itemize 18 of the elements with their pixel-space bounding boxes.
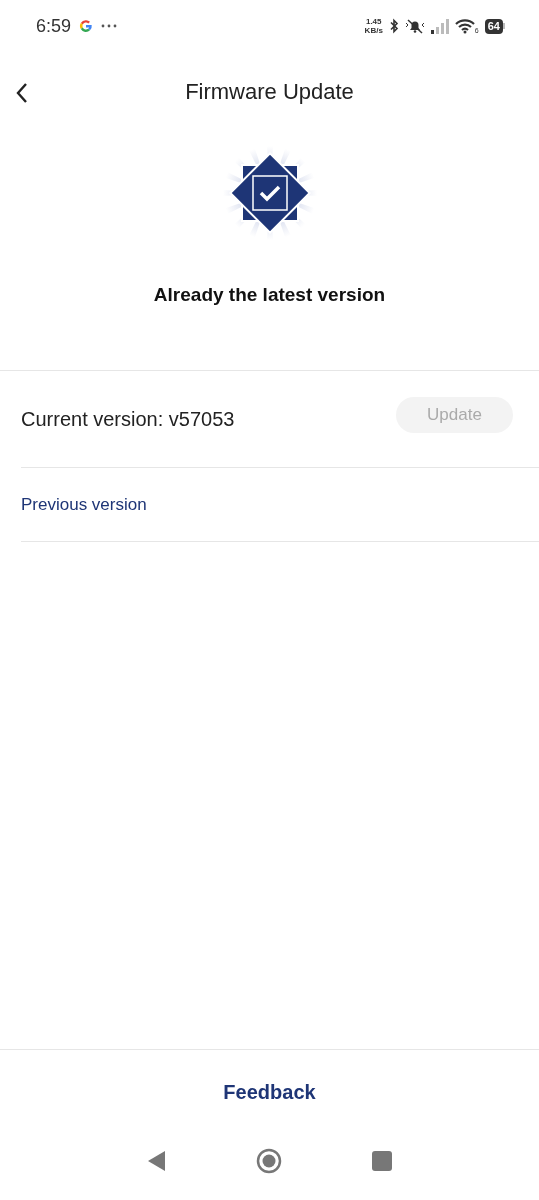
bell-off-icon (404, 18, 425, 34)
signal-icon (430, 18, 449, 34)
back-nav-button[interactable] (147, 1151, 166, 1171)
home-nav-button[interactable] (255, 1148, 282, 1174)
previous-version-link[interactable]: Previous version (21, 494, 147, 515)
speed-value: 1.45 (365, 17, 382, 26)
page-title: Firmware Update (185, 79, 354, 105)
battery-level: 64 (484, 18, 503, 34)
more-dots-icon (101, 23, 118, 29)
current-version: Current version: v57053 (21, 407, 235, 431)
recents-nav-button[interactable] (371, 1151, 392, 1171)
status-message: Already the latest version (153, 284, 386, 306)
g-logo-icon (79, 19, 94, 33)
speed-unit: KB/s (364, 26, 383, 35)
wifi-icon (454, 18, 475, 34)
bluetooth-icon (388, 18, 399, 34)
feedback-button[interactable]: Feedback (217, 1079, 322, 1105)
clock-time: 6:59 (36, 15, 72, 37)
